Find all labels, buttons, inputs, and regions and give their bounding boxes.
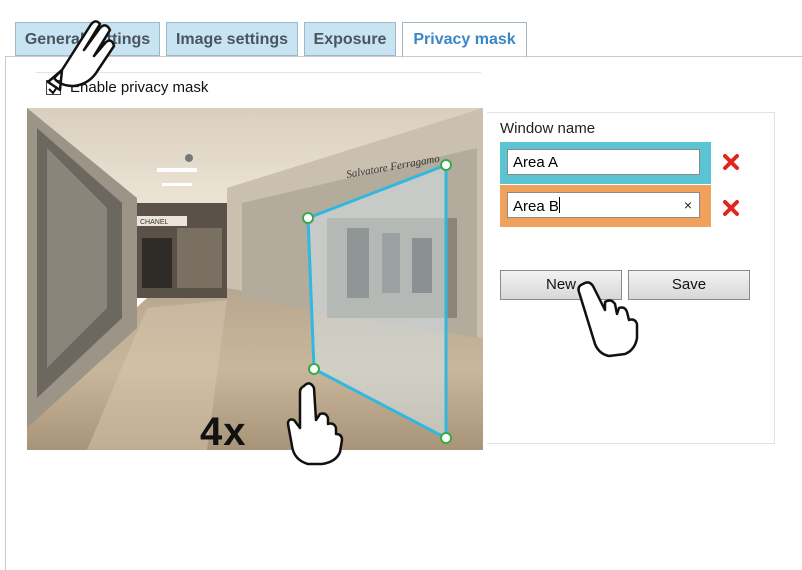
window-name-input[interactable]: Area A	[507, 149, 700, 175]
pointing-hand-icon	[46, 20, 116, 92]
repeat-count-label: 4x	[200, 410, 247, 454]
clear-icon[interactable]: ×	[684, 197, 692, 213]
tab-image-settings[interactable]: Image settings	[166, 22, 298, 56]
pointing-hand-icon	[286, 382, 344, 466]
mask-vertex-handle[interactable]	[302, 212, 314, 224]
privacy-mask-area[interactable]	[27, 108, 483, 450]
mask-vertex-handle[interactable]	[440, 432, 452, 444]
window-name-input[interactable]: Area B ×	[507, 192, 700, 218]
delete-icon[interactable]	[722, 199, 740, 217]
mask-vertex-handle[interactable]	[440, 159, 452, 171]
mask-vertex-handle[interactable]	[308, 363, 320, 375]
window-row-area-b[interactable]: Area B ×	[500, 185, 711, 227]
window-name-label: Window name	[500, 120, 596, 137]
text-caret	[558, 197, 560, 213]
tab-exposure[interactable]: Exposure	[304, 22, 396, 56]
panel-border-left	[5, 56, 6, 570]
save-button[interactable]: Save	[628, 270, 750, 300]
window-row-area-a[interactable]: Area A	[500, 142, 711, 184]
delete-icon[interactable]	[722, 153, 740, 171]
pointing-hand-icon	[577, 281, 639, 358]
tab-privacy-mask[interactable]: Privacy mask	[402, 22, 527, 58]
panel-border	[5, 56, 802, 57]
video-preview[interactable]: CHANEL Salvatore Ferragamo	[27, 108, 483, 450]
